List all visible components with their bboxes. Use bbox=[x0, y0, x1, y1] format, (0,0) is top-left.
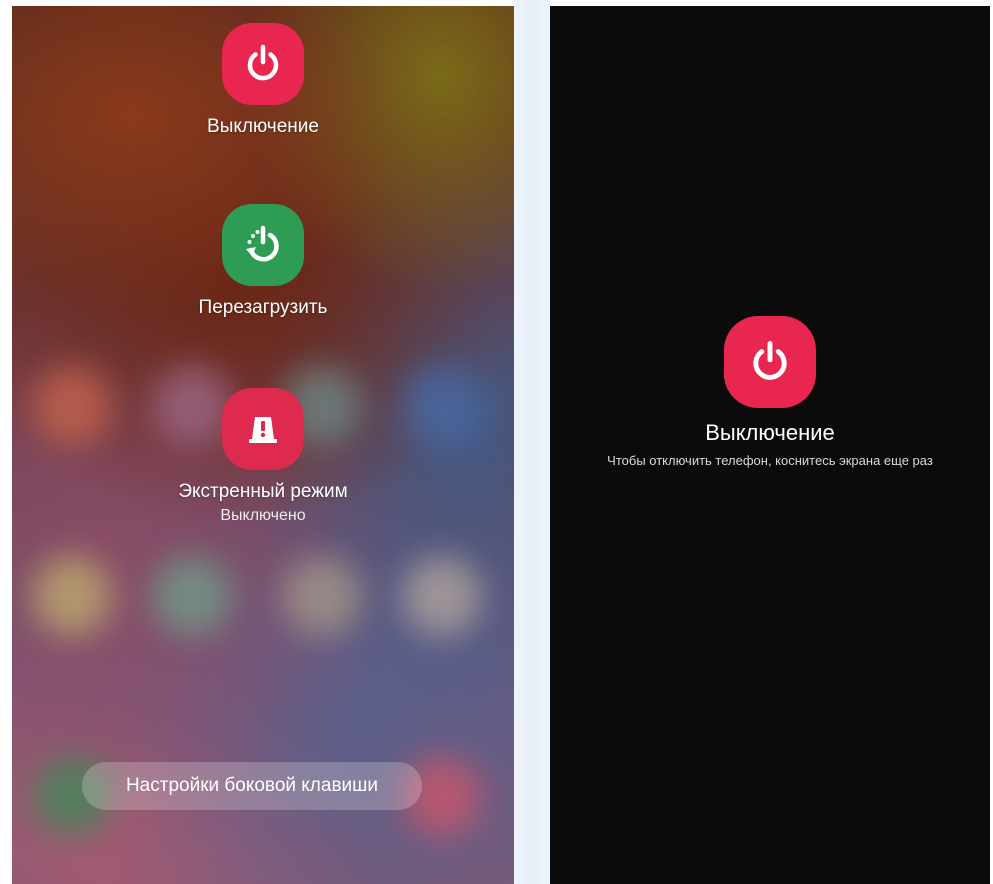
confirm-title: Выключение bbox=[705, 420, 835, 445]
emergency-mode-status: Выключено bbox=[220, 507, 306, 524]
restart-option[interactable]: Перезагрузить bbox=[12, 204, 514, 319]
power-icon bbox=[247, 44, 279, 81]
emergency-mode-label: Экстренный режим bbox=[178, 481, 348, 502]
confirm-power-off-button[interactable] bbox=[724, 316, 816, 408]
power-menu-screen: Выключение Перезагрузить Экстренный режи… bbox=[12, 6, 514, 884]
restart-label: Перезагрузить bbox=[198, 297, 328, 318]
power-icon bbox=[753, 341, 787, 380]
emergency-mode-option[interactable]: Экстренный режим Выключено bbox=[12, 388, 514, 525]
power-off-confirm[interactable]: Выключение Чтобы отключить телефон, косн… bbox=[550, 316, 990, 469]
panel-gap bbox=[514, 0, 550, 884]
confirm-hint: Чтобы отключить телефон, коснитесь экран… bbox=[607, 453, 933, 468]
blurred-app-icon bbox=[152, 556, 232, 636]
power-off-label: Выключение bbox=[207, 116, 319, 137]
restart-button[interactable] bbox=[222, 204, 304, 286]
power-off-confirm-screen[interactable]: Выключение Чтобы отключить телефон, косн… bbox=[550, 6, 990, 884]
power-off-button[interactable] bbox=[222, 23, 304, 105]
blurred-app-icon bbox=[282, 556, 362, 636]
side-key-settings-button[interactable]: Настройки боковой клавиши bbox=[82, 762, 422, 810]
emergency-mode-button[interactable] bbox=[222, 388, 304, 470]
restart-icon bbox=[246, 225, 279, 262]
blurred-app-icon bbox=[32, 556, 112, 636]
emergency-mode-icon bbox=[249, 417, 277, 443]
power-off-option[interactable]: Выключение bbox=[12, 23, 514, 138]
blurred-app-icon bbox=[402, 556, 482, 636]
